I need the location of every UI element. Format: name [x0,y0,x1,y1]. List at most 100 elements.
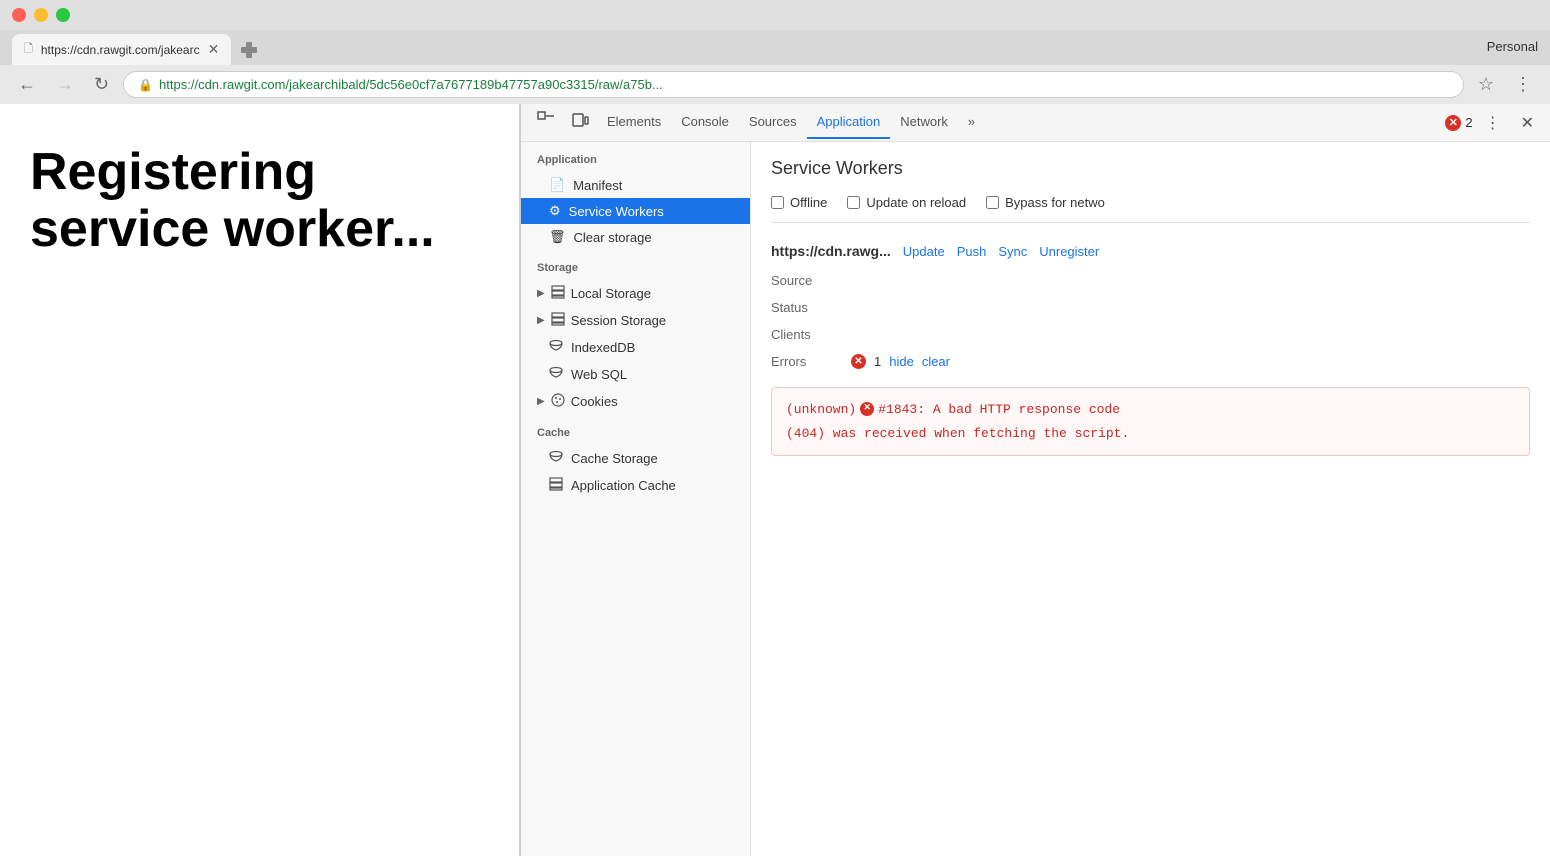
bypass-checkbox-label[interactable]: Bypass for netwo [986,195,1105,210]
sidebar-item-indexeddb[interactable]: IndexedDB [521,334,750,361]
sidebar-section-application: Application [521,142,750,172]
local-storage-icon [551,285,565,302]
error-x-icon: ✕ [860,402,874,416]
new-tab-button[interactable] [235,36,263,64]
menu-button[interactable]: ⋮ [1508,72,1538,97]
sidebar-item-label-local-storage: Local Storage [571,286,651,301]
error-message-box: (unknown) ✕ #1843: A bad HTTP response co… [771,387,1530,456]
maximize-traffic-light[interactable] [56,8,70,22]
personal-label: Personal [1487,39,1538,60]
sidebar-item-session-storage[interactable]: ▶ Session Storage [521,307,750,334]
browser-chrome: 🗋 https://cdn.rawgit.com/jakearc ✕ Perso… [0,0,1550,104]
worker-update-link[interactable]: Update [903,244,945,259]
options-row: Offline Update on reload Bypass for netw… [771,195,1530,223]
title-bar [0,0,1550,30]
errors-count: 1 [874,354,881,369]
tabs-bar: 🗋 https://cdn.rawgit.com/jakearc ✕ Perso… [0,30,1550,65]
tab-title: https://cdn.rawgit.com/jakearc [41,43,200,57]
error-line-2: (404) was received when fetching the scr… [786,424,1515,444]
sidebar-item-cookies[interactable]: ▶ Cookies [521,388,750,415]
tab-elements[interactable]: Elements [597,106,671,139]
inspect-element-button[interactable] [529,107,563,138]
error-count-label: 2 [1465,115,1472,130]
tab-application[interactable]: Application [807,106,891,139]
errors-dot: ✕ [851,354,866,369]
device-toolbar-button[interactable] [563,107,597,138]
tab-sources[interactable]: Sources [739,106,807,139]
bypass-checkbox[interactable] [986,196,999,209]
devtools-sidebar: Application 📄 Manifest ⚙ Service Workers… [521,142,751,856]
clear-errors-button[interactable]: clear [922,354,950,369]
url-text: https://cdn.rawgit.com/jakearchibald/5dc… [159,77,663,92]
devtools-more-button[interactable]: ⋮ [1477,109,1509,137]
service-workers-icon: ⚙ [549,203,561,219]
error-text-line1b: #1843: A bad HTTP response code [878,400,1120,420]
sidebar-item-service-workers[interactable]: ⚙ Service Workers [521,198,750,224]
traffic-lights [12,8,70,22]
tab-page-icon: 🗋 [24,40,33,59]
tab-close-button[interactable]: ✕ [208,41,220,58]
sidebar-item-label-manifest: Manifest [573,178,622,193]
bookmark-button[interactable]: ☆ [1472,72,1500,97]
close-traffic-light[interactable] [12,8,26,22]
sidebar-item-clear-storage[interactable]: 🗑 Clear storage [521,224,750,250]
worker-unregister-link[interactable]: Unregister [1039,244,1099,259]
devtools-close-button[interactable]: ✕ [1513,109,1542,137]
devtools-main-panel: Service Workers Offline Update on reload [751,142,1550,856]
offline-checkbox-label[interactable]: Offline [771,195,827,210]
errors-row: ✕ 1 hide clear [851,352,1530,371]
update-on-reload-checkbox[interactable] [847,196,860,209]
sidebar-item-label-cache-storage: Cache Storage [571,451,658,466]
worker-push-link[interactable]: Push [957,244,987,259]
update-on-reload-checkbox-label[interactable]: Update on reload [847,195,966,210]
status-value [851,298,1530,317]
worker-details: Source Status Clients Errors ✕ 1 hide [771,271,1530,371]
sidebar-item-label-clear-storage: Clear storage [574,230,652,245]
worker-entry: https://cdn.rawg... Update Push Sync Unr… [771,243,1530,456]
worker-url: https://cdn.rawg... [771,243,891,259]
main-area: Registering service worker... Elements C… [0,104,1550,856]
indexeddb-icon [549,339,563,356]
heading-line1: Registering [30,143,316,201]
sidebar-item-local-storage[interactable]: ▶ Local Storage [521,280,750,307]
devtools-body: Application 📄 Manifest ⚙ Service Workers… [521,142,1550,856]
worker-sync-link[interactable]: Sync [998,244,1027,259]
sidebar-item-label-websql: Web SQL [571,367,627,382]
sidebar-item-websql[interactable]: Web SQL [521,361,750,388]
sidebar-item-label-cookies: Cookies [571,394,618,409]
sidebar-item-app-cache[interactable]: Application Cache [521,472,750,499]
source-label: Source [771,271,851,290]
back-button[interactable]: ← [12,72,42,97]
hide-errors-button[interactable]: hide [889,354,914,369]
error-text-line1: (unknown) [786,400,856,420]
app-cache-icon [549,477,563,494]
browser-tab[interactable]: 🗋 https://cdn.rawgit.com/jakearc ✕ [12,34,231,65]
sidebar-section-cache: Cache [521,415,750,445]
reload-button[interactable]: ↻ [88,72,115,97]
cookies-icon [551,393,565,410]
sidebar-section-storage: Storage [521,250,750,280]
tab-console[interactable]: Console [671,106,739,139]
sidebar-item-label-service-workers: Service Workers [569,204,664,219]
tab-network[interactable]: Network [890,106,958,139]
error-text-line2: (404) was received when fetching the scr… [786,424,1129,444]
url-bar[interactable]: 🔒 https://cdn.rawgit.com/jakearchibald/5… [123,71,1464,98]
offline-checkbox[interactable] [771,196,784,209]
tab-more[interactable]: » [958,106,985,139]
sidebar-item-manifest[interactable]: 📄 Manifest [521,172,750,198]
cache-storage-icon [549,450,563,467]
bypass-label: Bypass for netwo [1005,195,1105,210]
sidebar-item-label-indexeddb: IndexedDB [571,340,635,355]
clear-storage-icon: 🗑 [549,229,566,245]
expand-arrow-cookies: ▶ [537,396,545,407]
expand-arrow-session: ▶ [537,315,545,326]
forward-button[interactable]: → [50,72,80,97]
devtools-tabs-bar: Elements Console Sources Application Net… [521,104,1550,142]
page-content: Registering service worker... [0,104,520,856]
update-on-reload-label: Update on reload [866,195,966,210]
errors-label: Errors [771,352,851,371]
minimize-traffic-light[interactable] [34,8,48,22]
clients-value [851,325,1530,344]
sidebar-item-cache-storage[interactable]: Cache Storage [521,445,750,472]
heading-line2: service worker... [30,200,435,258]
